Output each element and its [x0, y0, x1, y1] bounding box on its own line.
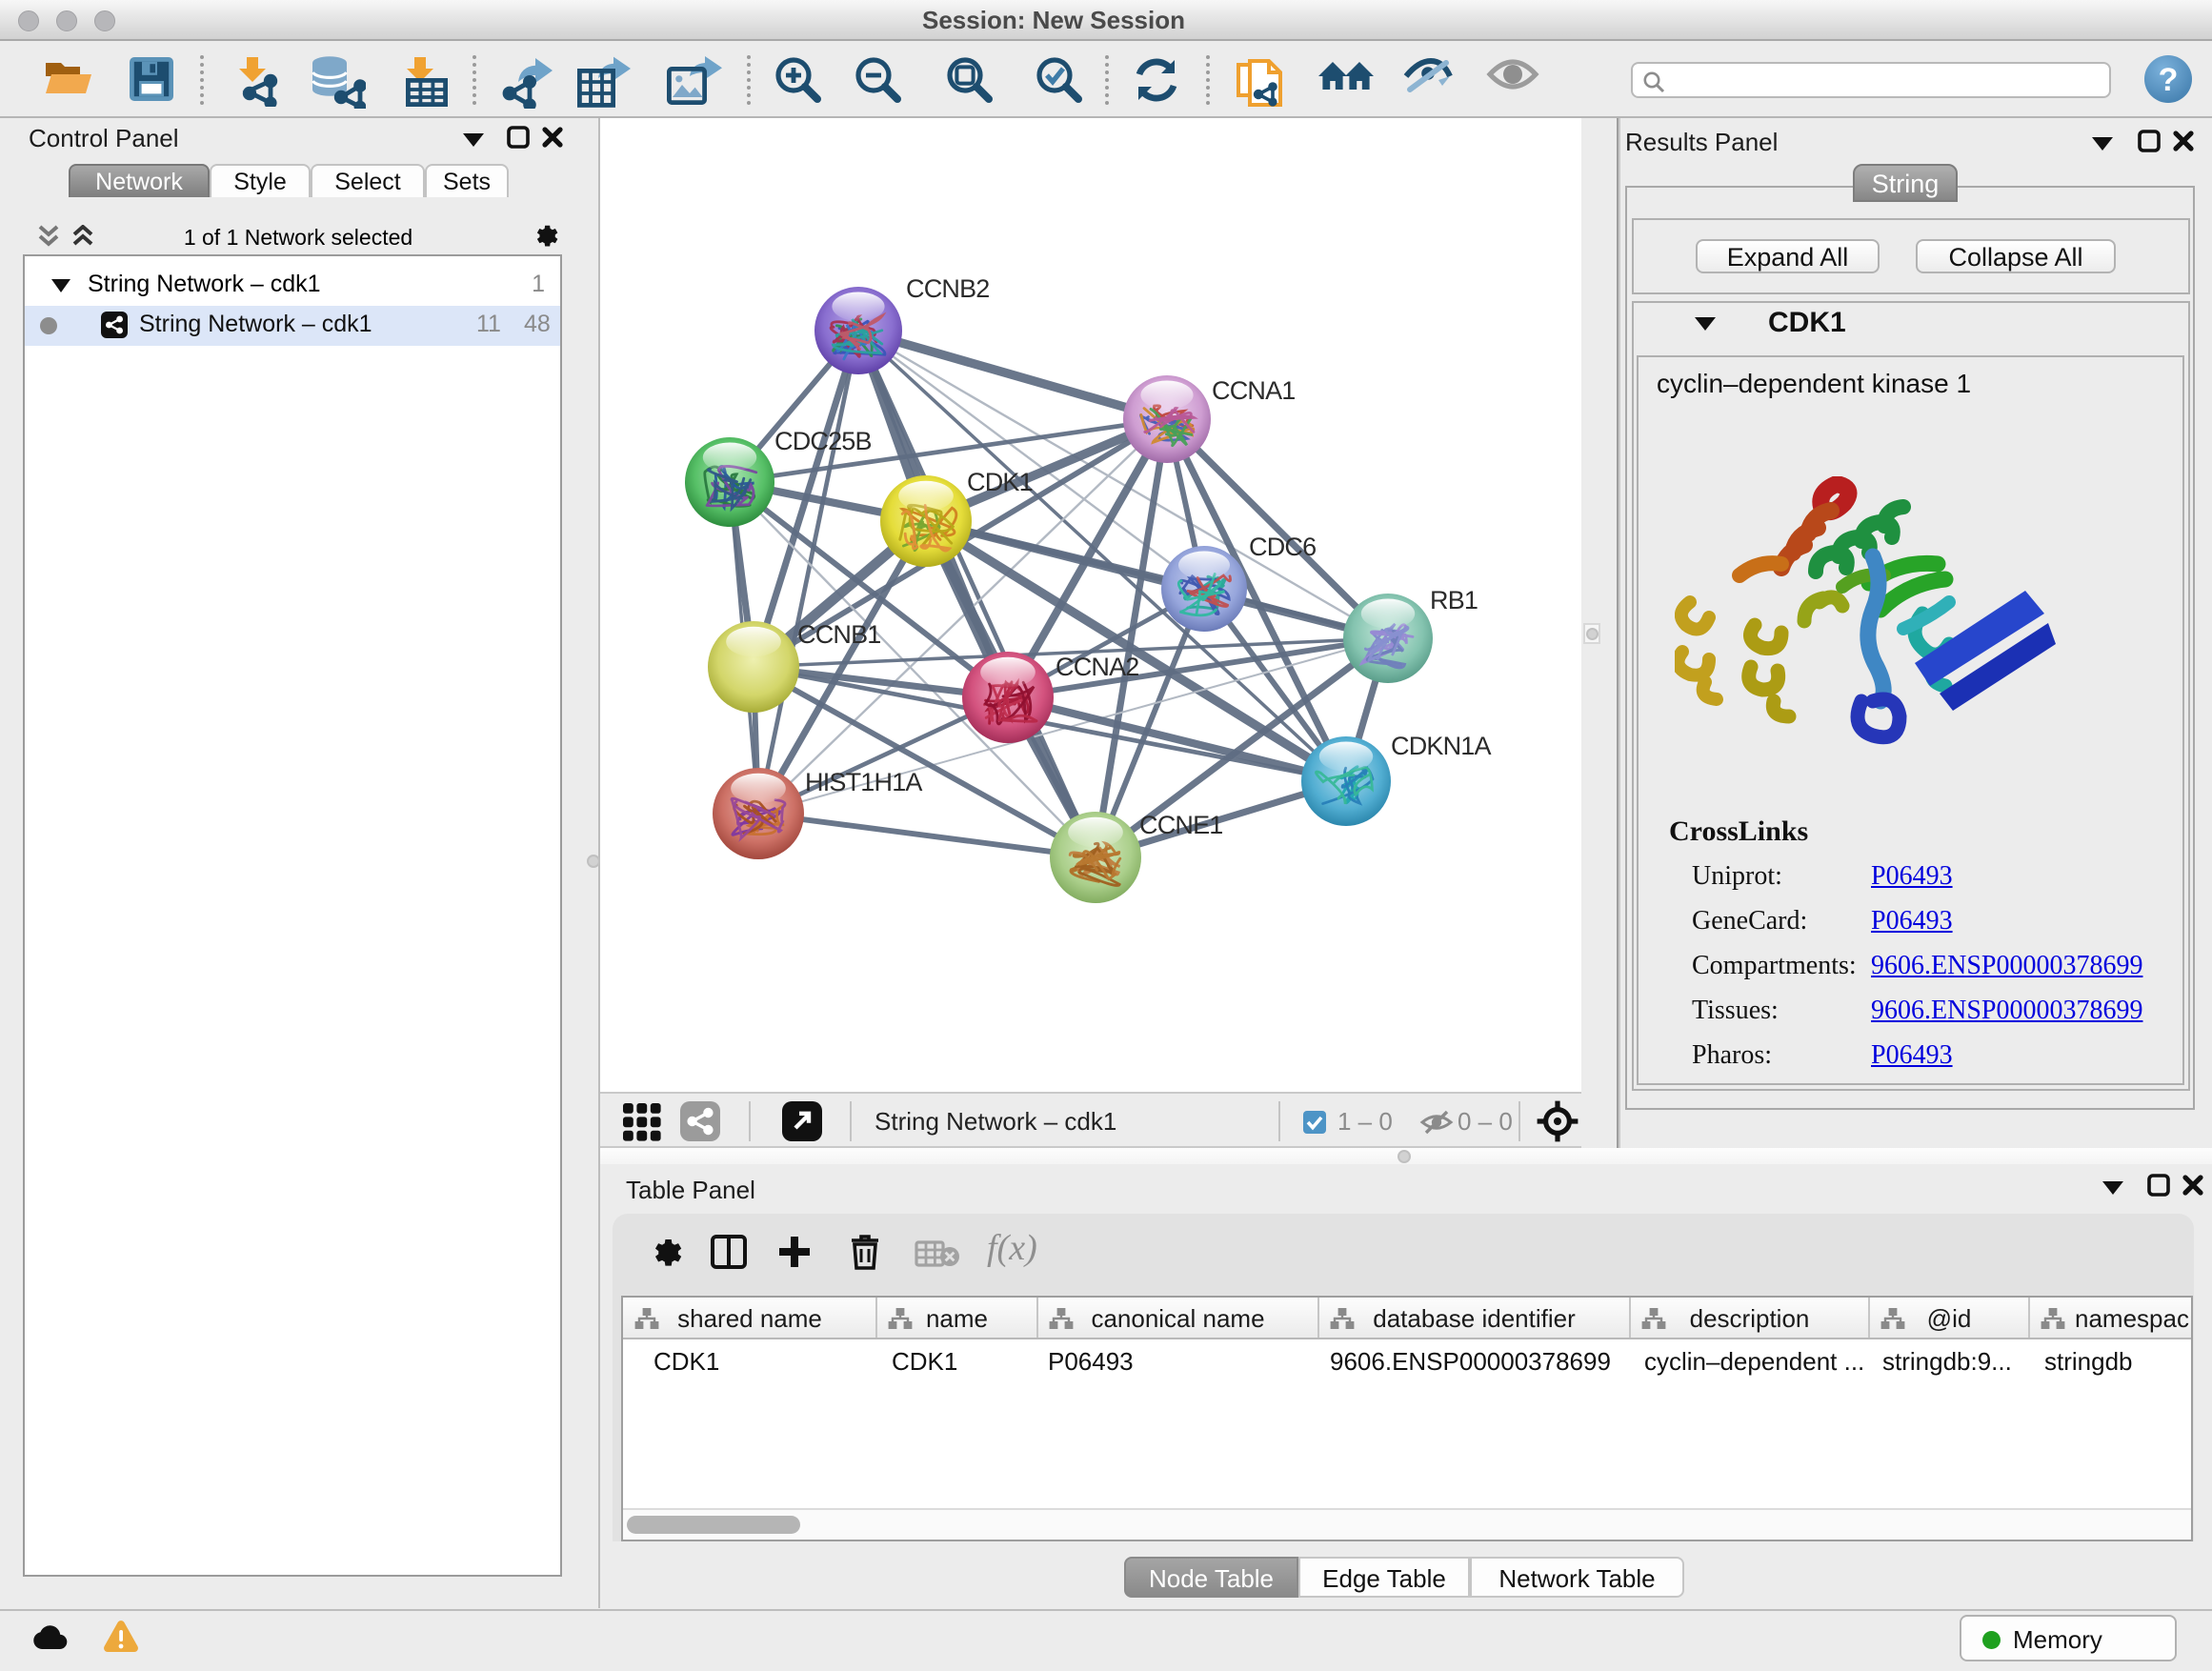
svg-text:CDC25B: CDC25B: [774, 427, 872, 455]
svg-text:CCNE1: CCNE1: [1139, 811, 1223, 839]
svg-text:CCNB1: CCNB1: [797, 620, 881, 649]
svg-text:RB1: RB1: [1430, 586, 1478, 614]
svg-text:CDK1: CDK1: [967, 468, 1033, 496]
svg-text:CDC6: CDC6: [1249, 533, 1316, 561]
svg-text:?: ?: [2159, 62, 2179, 98]
svg-text:CDKN1A: CDKN1A: [1391, 732, 1492, 760]
svg-text:CCNA2: CCNA2: [1056, 653, 1139, 681]
svg-text:HIST1H1A: HIST1H1A: [805, 768, 922, 796]
svg-text:CCNB2: CCNB2: [906, 274, 990, 303]
svg-text:CCNA1: CCNA1: [1212, 376, 1296, 405]
